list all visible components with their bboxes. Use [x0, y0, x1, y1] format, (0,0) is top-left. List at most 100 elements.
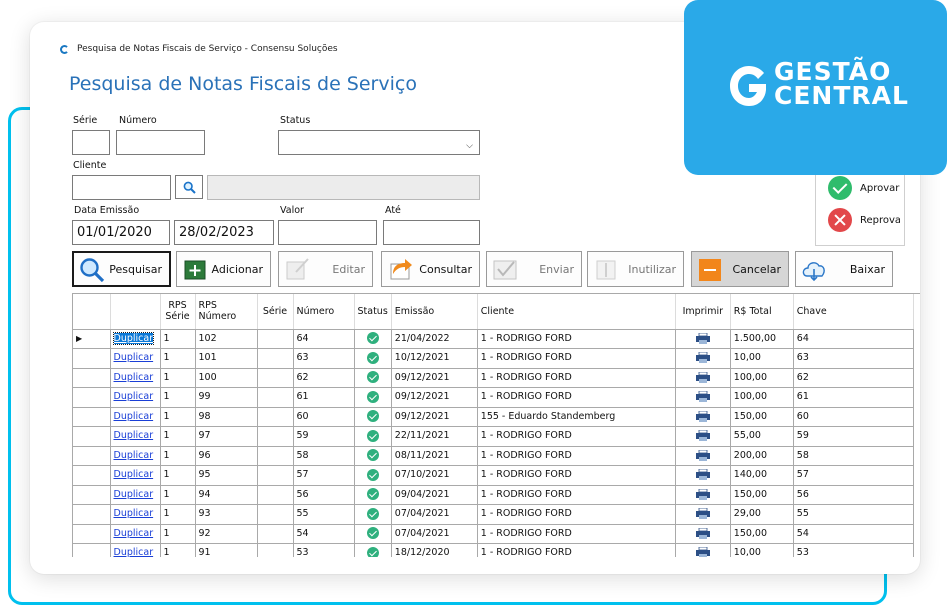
cell-emissao: 18/12/2020 — [391, 543, 478, 557]
row-selector[interactable] — [73, 485, 111, 505]
col-header-status[interactable]: Status — [354, 294, 392, 330]
cell-numero: 63 — [293, 348, 355, 369]
duplicar-link[interactable]: Duplicar — [114, 411, 154, 422]
cell-chave: 59 — [793, 426, 914, 447]
printer-icon — [695, 527, 710, 539]
enviar-button[interactable]: Enviar — [486, 251, 582, 287]
duplicar-link[interactable]: Duplicar — [114, 430, 154, 441]
baixar-button[interactable]: Baixar — [795, 251, 893, 287]
cell-rps-numero: 93 — [195, 504, 258, 525]
row-selector[interactable] — [73, 543, 111, 557]
table-row[interactable]: Duplicar 1 98 60 09/12/2021 155 - Eduardo Sta… — [73, 407, 914, 427]
row-selector[interactable] — [73, 348, 111, 369]
col-header-numero[interactable]: Número — [293, 294, 355, 330]
row-selector[interactable] — [73, 368, 111, 388]
cell-imprimir[interactable] — [675, 368, 731, 388]
cell-imprimir[interactable] — [675, 543, 731, 557]
col-header-rps-serie[interactable]: RPS Série — [160, 294, 196, 330]
table-row[interactable]: Duplicar 1 100 62 09/12/2021 1 - RODRIGO FORD… — [73, 368, 914, 388]
table-row[interactable]: Duplicar 1 93 55 07/04/2021 1 - RODRIGO FORD 2… — [73, 504, 914, 525]
row-selector[interactable] — [73, 465, 111, 486]
inutilizar-label: Inutilizar — [628, 262, 676, 276]
cell-imprimir[interactable] — [675, 485, 731, 505]
cell-total: 150,00 — [730, 407, 794, 427]
table-row[interactable]: Duplicar 1 99 61 09/12/2021 1 - RODRIGO FORD 1… — [73, 387, 914, 408]
cliente-code-input[interactable] — [72, 175, 171, 200]
table-row[interactable]: Duplicar 1 92 54 07/04/2021 1 - RODRIGO FORD 1… — [73, 524, 914, 544]
valor-input[interactable] — [278, 220, 377, 245]
duplicar-link[interactable]: Duplicar — [114, 547, 154, 557]
col-header-serie[interactable]: Série — [257, 294, 294, 330]
cell-imprimir[interactable] — [675, 465, 731, 486]
cell-imprimir[interactable] — [675, 348, 731, 369]
table-row[interactable]: Duplicar 1 97 59 22/11/2021 1 - RODRIGO FORD 5… — [73, 426, 914, 447]
cell-imprimir[interactable] — [675, 426, 731, 447]
row-selector[interactable] — [73, 387, 111, 408]
cell-serie — [257, 446, 294, 466]
duplicar-link[interactable]: Duplicar — [114, 489, 154, 500]
cell-serie — [257, 348, 294, 369]
col-header-rps-numero[interactable]: RPS Número — [195, 294, 258, 330]
data-fim-input[interactable]: 28/02/2023 — [174, 220, 274, 245]
row-selector[interactable] — [73, 407, 111, 427]
consultar-button[interactable]: Consultar — [381, 251, 480, 287]
row-selector[interactable] — [73, 426, 111, 447]
magnifier-icon — [80, 258, 105, 283]
table-row[interactable]: Duplicar 1 101 63 10/12/2021 1 - RODRIGO FORD… — [73, 348, 914, 369]
reprovar-button[interactable]: Reprovar — [828, 208, 900, 232]
results-grid[interactable]: RPS Série RPS Número Série Número Status… — [72, 293, 920, 557]
row-selector[interactable]: ▶ — [73, 329, 111, 349]
table-row[interactable]: Duplicar 1 94 56 09/04/2021 1 - RODRIGO FORD 1… — [73, 485, 914, 505]
cell-numero: 64 — [293, 329, 355, 349]
duplicar-link[interactable]: Duplicar — [114, 352, 154, 363]
duplicar-link[interactable]: Duplicar — [114, 372, 154, 383]
inutilizar-button[interactable]: Inutilizar — [587, 251, 684, 287]
page-title: Pesquisa de Notas Fiscais de Serviço — [69, 73, 417, 95]
col-header-emissao[interactable]: Emissão — [391, 294, 478, 330]
aprovar-button[interactable]: Aprovar — [828, 176, 900, 200]
duplicar-link[interactable]: Duplicar — [114, 391, 154, 402]
duplicar-link[interactable]: Duplicar — [114, 450, 154, 461]
approval-panel: Aprovar Reprovar — [815, 164, 905, 246]
cell-imprimir[interactable] — [675, 446, 731, 466]
duplicar-link[interactable]: Duplicar — [114, 508, 154, 519]
row-selector[interactable] — [73, 504, 111, 525]
duplicar-link[interactable]: Duplicar — [114, 469, 154, 480]
cell-rps-serie: 1 — [160, 504, 196, 525]
col-header-total[interactable]: R$ Total — [730, 294, 794, 330]
cliente-search-button[interactable] — [175, 175, 203, 199]
data-inicio-input[interactable]: 01/01/2020 — [72, 220, 170, 245]
cell-imprimir[interactable] — [675, 504, 731, 525]
cell-imprimir[interactable] — [675, 329, 731, 349]
duplicar-link[interactable]: Duplicar — [114, 528, 154, 539]
row-selector[interactable] — [73, 524, 111, 544]
cell-emissao: 08/11/2021 — [391, 446, 478, 466]
duplicar-link[interactable]: Duplicar — [112, 331, 155, 345]
cell-imprimir[interactable] — [675, 387, 731, 408]
status-select[interactable]: ⌵ — [278, 130, 480, 155]
table-row[interactable]: Duplicar 1 96 58 08/11/2021 1 - RODRIGO FORD 2… — [73, 446, 914, 466]
editar-button[interactable]: Editar — [278, 251, 373, 287]
cancelar-button[interactable]: Cancelar — [691, 251, 789, 287]
cliente-label: Cliente — [73, 160, 107, 171]
cell-cliente: 1 - RODRIGO FORD — [477, 504, 676, 525]
table-row[interactable]: Duplicar 1 91 53 18/12/2020 1 - RODRIGO FORD 1… — [73, 543, 914, 557]
col-header-imprimir[interactable]: Imprimir — [675, 294, 731, 330]
cell-serie — [257, 465, 294, 486]
status-approved-icon — [366, 488, 379, 501]
cell-cliente: 1 - RODRIGO FORD — [477, 543, 676, 557]
table-row[interactable]: ▶ Duplicar 1 102 64 21/04/2022 1 - RODRIGO FOR… — [73, 329, 914, 349]
consult-arrow-icon — [390, 259, 412, 280]
valor-ate-input[interactable] — [383, 220, 480, 245]
cell-imprimir[interactable] — [675, 407, 731, 427]
numero-input[interactable] — [116, 130, 205, 155]
adicionar-button[interactable]: Adicionar — [176, 251, 271, 287]
cell-imprimir[interactable] — [675, 524, 731, 544]
col-header-cliente[interactable]: Cliente — [477, 294, 676, 330]
serie-input[interactable] — [72, 130, 110, 155]
col-header-chave[interactable]: Chave — [793, 294, 914, 330]
baixar-label: Baixar — [849, 262, 885, 276]
row-selector[interactable] — [73, 446, 111, 466]
table-row[interactable]: Duplicar 1 95 57 07/10/2021 1 - RODRIGO FORD 1… — [73, 465, 914, 486]
pesquisar-button[interactable]: Pesquisar — [72, 251, 171, 287]
